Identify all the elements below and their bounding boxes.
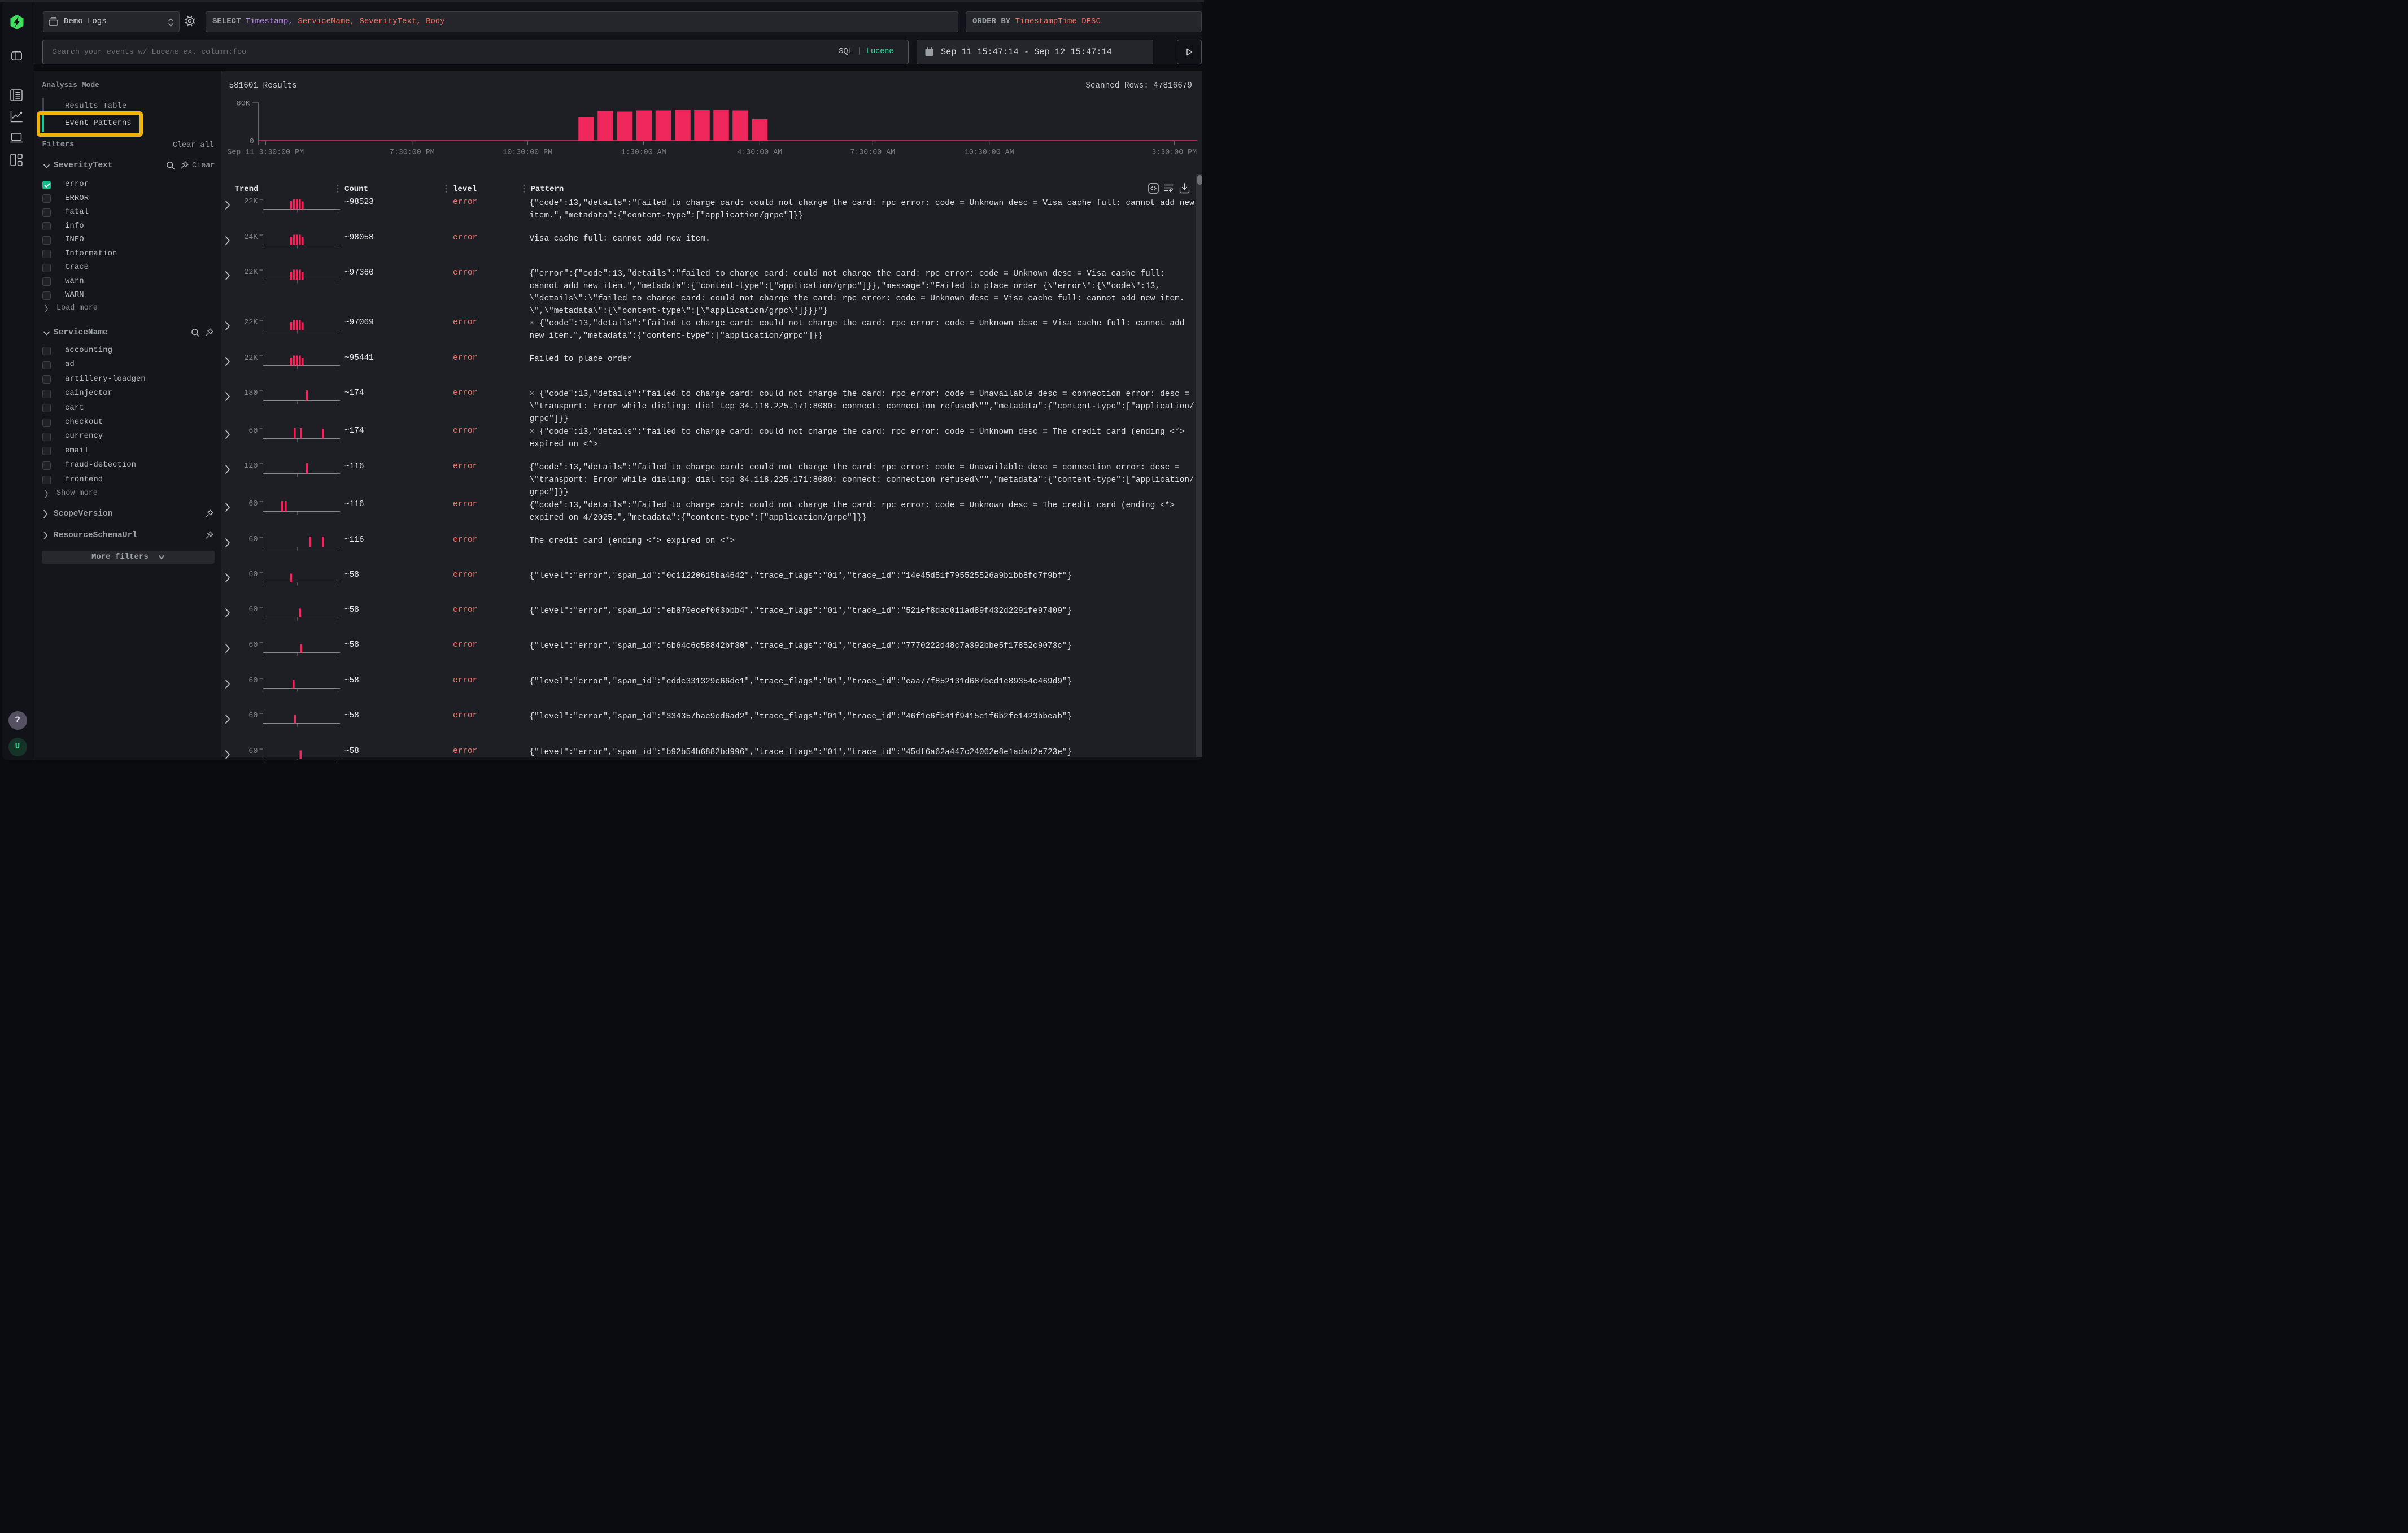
svg-text:10:30:00 PM: 10:30:00 PM	[503, 147, 552, 156]
svg-text:7:30:00 PM: 7:30:00 PM	[390, 147, 435, 156]
svg-text:3:30:00 PM: 3:30:00 PM	[1151, 147, 1197, 156]
svg-text:Sep 11 3:30:00 PM: Sep 11 3:30:00 PM	[227, 147, 304, 156]
svg-text:7:30:00 AM: 7:30:00 AM	[850, 147, 895, 156]
svg-text:80K: 80K	[237, 99, 250, 107]
svg-text:4:30:00 AM: 4:30:00 AM	[737, 147, 782, 156]
svg-text:0: 0	[250, 137, 254, 145]
svg-text:10:30:00 AM: 10:30:00 AM	[965, 147, 1014, 156]
svg-text:1:30:00 AM: 1:30:00 AM	[621, 147, 666, 156]
